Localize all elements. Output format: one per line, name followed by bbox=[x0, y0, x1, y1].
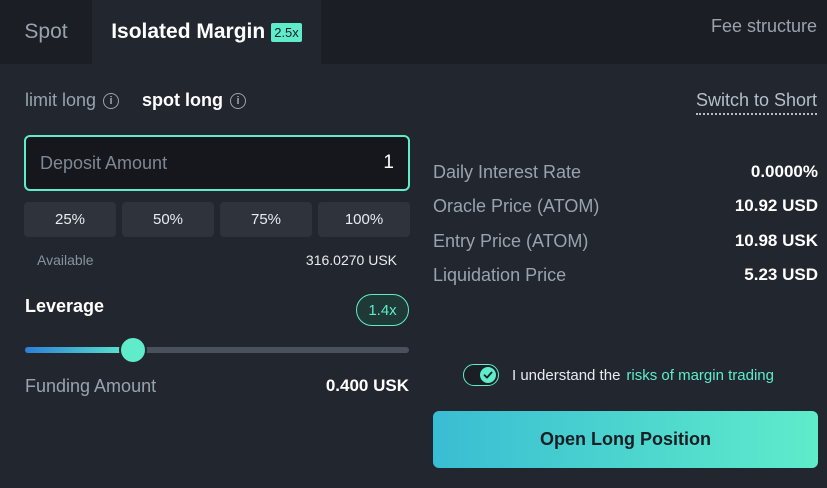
limit-long-label: limit long bbox=[25, 90, 97, 110]
info-icon[interactable]: i bbox=[229, 92, 246, 109]
oracle-price-label: Oracle Price (ATOM) bbox=[433, 196, 600, 216]
daily-interest-rate-value: 0.0000% bbox=[750, 162, 818, 181]
tab-spot-label: Spot bbox=[24, 20, 68, 43]
risk-consent-toggle[interactable] bbox=[463, 364, 499, 386]
tab-spot[interactable]: Spot bbox=[0, 0, 92, 64]
entry-price-value: 10.98 USK bbox=[734, 231, 818, 250]
risk-consent: I understand the risks of margin trading bbox=[463, 364, 774, 386]
deposit-amount-placeholder: Deposit Amount bbox=[40, 152, 168, 173]
leverage-value-badge: 1.4x bbox=[356, 294, 409, 326]
tab-isolated-margin-label: Isolated Margin bbox=[111, 20, 266, 43]
order-type-limit-long[interactable]: limit long i bbox=[25, 90, 120, 111]
funding-amount-label: Funding Amount bbox=[25, 376, 157, 396]
liquidation-price-value: 5.23 USD bbox=[744, 265, 818, 284]
fee-structure-link[interactable]: Fee structure bbox=[711, 0, 817, 53]
percent-25-button[interactable]: 25% bbox=[24, 202, 116, 237]
leverage-slider[interactable] bbox=[25, 338, 409, 362]
liquidation-price-label: Liquidation Price bbox=[433, 265, 567, 285]
entry-price-label: Entry Price (ATOM) bbox=[433, 231, 589, 251]
oracle-price-value: 10.92 USD bbox=[734, 196, 818, 215]
available-label: Available bbox=[37, 252, 94, 268]
info-icon[interactable]: i bbox=[103, 92, 120, 109]
deposit-amount-input[interactable] bbox=[274, 152, 394, 174]
percent-75-button[interactable]: 75% bbox=[220, 202, 312, 237]
available-value: 316.0270 USK bbox=[305, 252, 397, 268]
leverage-label: Leverage bbox=[25, 296, 105, 316]
leverage-slider-handle[interactable] bbox=[120, 338, 145, 362]
tab-bar: Spot Isolated Margin 2.5x Fee structure bbox=[0, 0, 827, 64]
risks-of-margin-trading-link[interactable]: risks of margin trading bbox=[626, 367, 774, 384]
funding-amount-value: 0.400 USK bbox=[325, 376, 409, 395]
tab-isolated-margin[interactable]: Isolated Margin 2.5x bbox=[92, 0, 321, 64]
checkmark-icon bbox=[480, 367, 496, 383]
percent-buttons: 25% 50% 75% 100% bbox=[24, 202, 410, 237]
open-long-position-button[interactable]: Open Long Position bbox=[433, 411, 818, 468]
risk-consent-text: I understand the bbox=[512, 366, 621, 384]
daily-interest-rate-label: Daily Interest Rate bbox=[433, 162, 582, 182]
spot-long-label: spot long bbox=[142, 90, 223, 110]
percent-100-button[interactable]: 100% bbox=[318, 202, 410, 237]
max-leverage-badge: 2.5x bbox=[271, 22, 302, 42]
leverage-slider-fill bbox=[25, 347, 133, 353]
switch-to-short-link[interactable]: Switch to Short bbox=[695, 90, 817, 115]
deposit-amount-field[interactable]: Deposit Amount bbox=[24, 135, 410, 191]
order-type-spot-long[interactable]: spot long i bbox=[142, 90, 246, 111]
percent-50-button[interactable]: 50% bbox=[122, 202, 214, 237]
